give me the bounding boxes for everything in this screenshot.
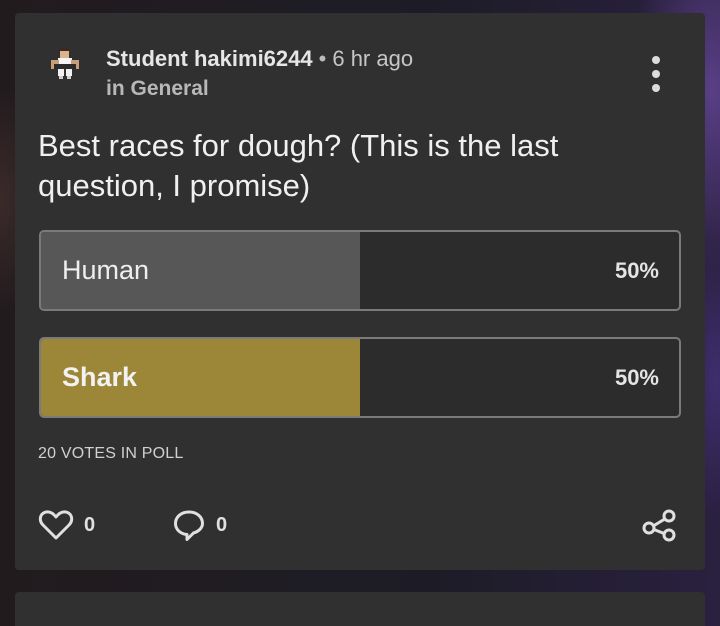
like-button[interactable]: 0 — [38, 508, 95, 542]
poll-option-percent: 50% — [614, 257, 659, 283]
poll-option-human[interactable]: Human 50% — [39, 230, 681, 311]
heart-icon — [38, 510, 74, 540]
poll-question: Best races for dough? (This is the last … — [38, 128, 559, 203]
poll-option-label: Human — [62, 255, 150, 285]
avatar[interactable] — [40, 40, 90, 90]
poll-vote-count: 20 VOTES IN POLL — [38, 445, 184, 462]
comment-button[interactable]: 0 — [172, 508, 227, 542]
comment-icon — [174, 510, 204, 541]
poll-option-label: Shark — [62, 362, 138, 392]
more-vertical-icon[interactable] — [644, 56, 668, 92]
comment-count: 0 — [216, 513, 228, 536]
poll-option-percent: 50% — [614, 364, 659, 390]
like-count: 0 — [84, 513, 96, 536]
post-meta: Student hakimi6244 • 6 hr ago — [106, 46, 413, 72]
meta-separator: • — [318, 46, 327, 71]
post-category[interactable]: in General — [106, 77, 209, 101]
post-time: 6 hr ago — [332, 46, 414, 71]
share-button[interactable] — [640, 508, 680, 542]
poll-option-shark[interactable]: Shark 50% — [39, 337, 681, 418]
share-icon — [642, 509, 676, 542]
author-name[interactable]: Student hakimi6244 — [106, 46, 313, 71]
next-post-card — [15, 592, 705, 626]
